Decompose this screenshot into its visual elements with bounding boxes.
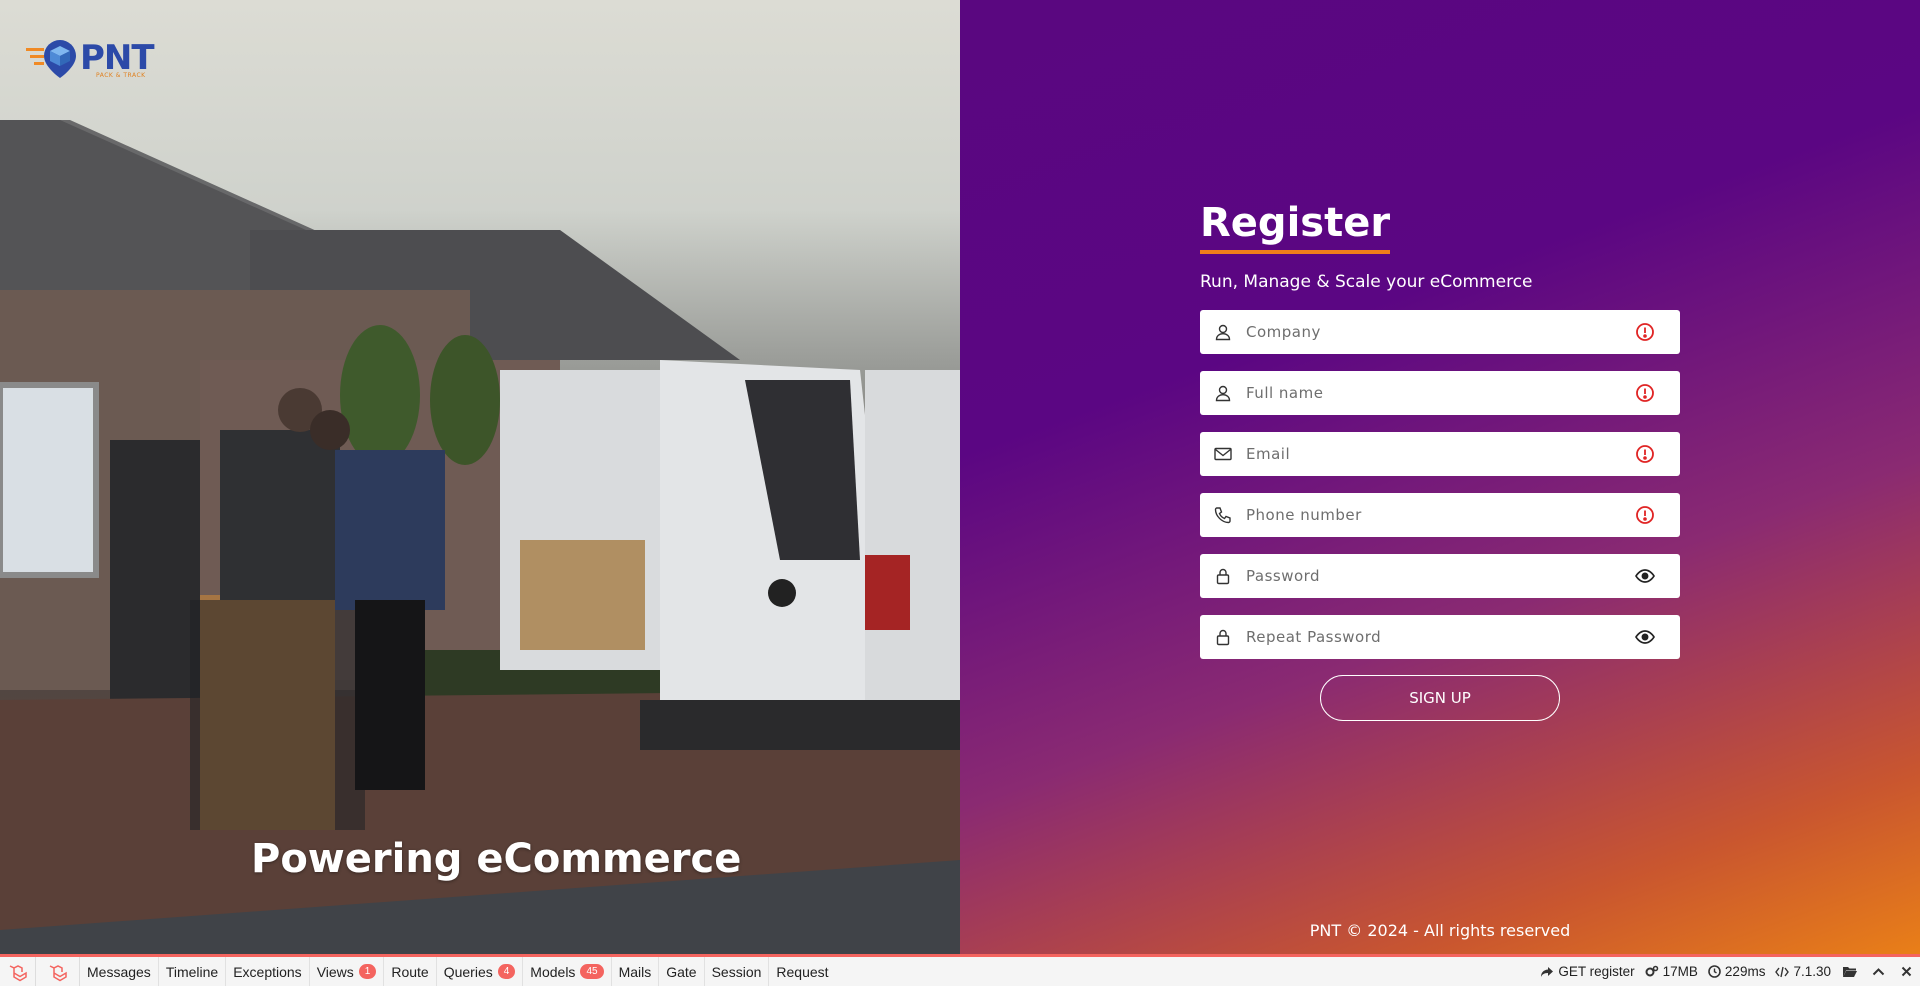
tab-route[interactable]: Route [384, 957, 437, 986]
tab-gate[interactable]: Gate [659, 957, 705, 986]
tab-messages[interactable]: Messages [80, 957, 159, 986]
repeat-password-input[interactable] [1246, 615, 1610, 659]
memory-indicator: 17MB [1640, 957, 1703, 986]
password-field [1200, 554, 1680, 598]
views-count-badge: 1 [358, 964, 377, 979]
register-subtitle: Run, Manage & Scale your eCommerce [1200, 272, 1533, 292]
register-form: Register Run, Manage & Scale your eComme… [1200, 200, 1680, 721]
chevron-up-icon[interactable] [1864, 957, 1892, 986]
laravel-icon[interactable] [0, 957, 36, 986]
tab-views[interactable]: Views 1 [310, 957, 385, 986]
company-field [1200, 310, 1680, 354]
debug-bar: Messages Timeline Exceptions Views 1 Rout… [0, 954, 1920, 986]
password-input[interactable] [1246, 554, 1610, 598]
share-icon [1541, 966, 1554, 977]
hero-panel: PNT PACK & TRACK Powering eCommerce [0, 0, 960, 954]
phone-field [1200, 493, 1680, 537]
pnt-logo[interactable]: PNT PACK & TRACK [26, 38, 155, 79]
tab-queries[interactable]: Queries 4 [437, 957, 524, 986]
hero-tagline: Powering eCommerce [251, 836, 742, 882]
user-icon [1200, 384, 1246, 402]
queries-count-badge: 4 [497, 964, 516, 979]
mail-icon [1200, 447, 1246, 461]
tab-models[interactable]: Models 45 [523, 957, 612, 986]
eye-icon[interactable] [1610, 630, 1680, 644]
logo-text: PNT [80, 38, 155, 78]
eye-icon[interactable] [1610, 569, 1680, 583]
tab-session[interactable]: Session [705, 957, 770, 986]
close-icon[interactable] [1892, 957, 1920, 986]
tab-mails[interactable]: Mails [612, 957, 660, 986]
lock-icon [1200, 567, 1246, 585]
error-icon [1610, 383, 1680, 403]
email-field [1200, 432, 1680, 476]
code-icon [1775, 966, 1790, 977]
repeat-password-field [1200, 615, 1680, 659]
full-name-field [1200, 371, 1680, 415]
form-fields [1200, 310, 1680, 659]
error-icon [1610, 444, 1680, 464]
clock-icon [1708, 965, 1721, 978]
tab-timeline[interactable]: Timeline [159, 957, 227, 986]
error-icon [1610, 505, 1680, 525]
sign-up-button[interactable]: SIGN UP [1320, 675, 1560, 721]
copyright-footer: PNT © 2024 - All rights reserved [1309, 921, 1571, 940]
pin-box-icon [26, 40, 76, 78]
error-icon [1610, 322, 1680, 342]
tab-exceptions[interactable]: Exceptions [226, 957, 310, 986]
full-name-input[interactable] [1246, 371, 1610, 415]
folder-open-icon[interactable] [1836, 957, 1864, 986]
logo-subtitle: PACK & TRACK [96, 72, 146, 79]
lock-icon [1200, 628, 1246, 646]
company-input[interactable] [1246, 310, 1610, 354]
laravel-icon[interactable] [36, 957, 80, 986]
register-panel: Register Run, Manage & Scale your eComme… [960, 0, 1920, 954]
tab-request[interactable]: Request [769, 957, 835, 986]
register-title: Register [1200, 200, 1391, 254]
models-count-badge: 45 [580, 964, 604, 979]
hero-photo [0, 120, 960, 954]
user-icon [1200, 323, 1246, 341]
route-indicator[interactable]: GET register [1535, 957, 1639, 986]
time-indicator: 229ms [1703, 957, 1771, 986]
cogs-icon [1645, 965, 1658, 976]
email-input[interactable] [1246, 432, 1610, 476]
phone-input[interactable] [1246, 493, 1610, 537]
version-indicator: 7.1.30 [1770, 957, 1836, 986]
phone-icon [1200, 506, 1246, 524]
